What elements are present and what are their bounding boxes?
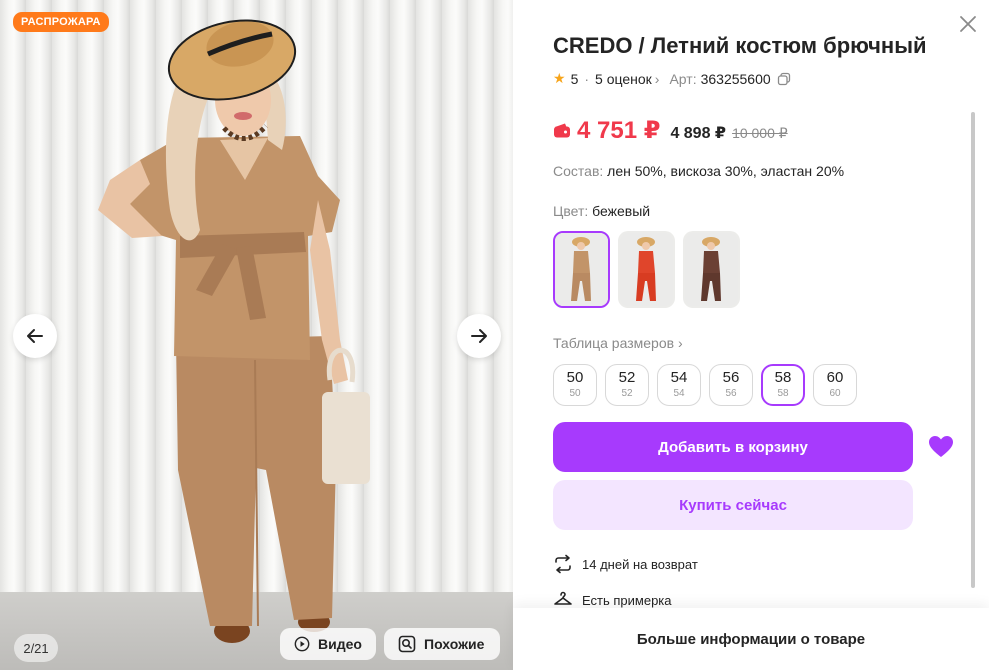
size-value: 50	[566, 369, 584, 386]
buy-now-button[interactable]: Купить сейчас	[553, 480, 913, 530]
play-icon	[294, 636, 310, 652]
product-title: CREDO / Летний костюм брючный	[553, 33, 927, 58]
color-swatches	[553, 231, 740, 308]
buy-now-label: Купить сейчас	[679, 496, 787, 514]
size-value: 60	[826, 369, 844, 386]
next-image-button[interactable]	[457, 314, 501, 358]
article-label: Арт:	[669, 70, 697, 87]
reviews-link[interactable]: 5 оценок	[595, 71, 652, 87]
star-icon: ★	[553, 70, 566, 86]
rating-row: ★ 5 · 5 оценок › Арт: 363255600	[553, 70, 791, 87]
size-ru-value: 60	[829, 388, 841, 399]
heart-icon[interactable]	[928, 434, 954, 460]
composition-label: Состав:	[553, 163, 604, 179]
rating-separator: ·	[584, 70, 590, 87]
copy-icon[interactable]	[777, 72, 791, 86]
sale-badge: РАСПРОЖАРА	[13, 12, 109, 32]
color-line: Цвет: бежевый	[553, 203, 650, 219]
hanger-icon	[554, 591, 572, 605]
video-button-label: Видео	[318, 636, 362, 652]
add-to-cart-label: Добавить в корзину	[658, 438, 808, 456]
wallet-icon	[554, 123, 570, 138]
product-gallery: РАСПРОЖАРА 2/21 Видео Похожие	[0, 0, 513, 670]
size-option-56[interactable]: 56 56	[709, 364, 753, 406]
article-number: 363255600	[700, 70, 771, 87]
perk-fitting-label: Есть примерка	[582, 592, 672, 608]
prev-image-button[interactable]	[13, 314, 57, 358]
swatch-image	[685, 233, 738, 306]
current-price: 4 751 ₽	[577, 117, 661, 144]
size-value: 52	[618, 369, 636, 386]
size-value: 54	[670, 369, 688, 386]
size-ru-value: 52	[621, 388, 633, 399]
size-table-label: Таблица размеров	[553, 335, 675, 351]
scrollbar[interactable]	[971, 112, 975, 588]
size-table-link[interactable]: Таблица размеров ›	[553, 335, 683, 351]
image-counter: 2/21	[14, 634, 58, 662]
size-selector: 50 50 52 52 54 54 56 56 58 58 60 60	[553, 364, 857, 406]
size-value: 56	[722, 369, 740, 386]
color-value: бежевый	[592, 203, 651, 219]
color-swatch-brown[interactable]	[683, 231, 740, 308]
size-option-50[interactable]: 50 50	[553, 364, 597, 406]
size-option-58[interactable]: 58 58	[761, 364, 805, 406]
similar-button[interactable]: Похожие	[384, 628, 500, 660]
color-swatch-beige[interactable]	[553, 231, 610, 308]
perk-return-label: 14 дней на возврат	[582, 556, 698, 572]
similar-button-label: Похожие	[424, 636, 485, 652]
chevron-right-icon: ›	[654, 70, 660, 87]
size-ru-value: 58	[777, 388, 789, 399]
size-value: 58	[774, 369, 792, 386]
perk-return: 14 дней на возврат	[553, 554, 698, 574]
old-price: 10 000 ₽	[732, 125, 788, 141]
composition: Состав: лен 50%, вискоза 30%, эластан 20…	[553, 163, 844, 179]
price-without-discount: 4 898 ₽	[670, 125, 727, 142]
search-icon	[398, 635, 416, 653]
add-to-cart-button[interactable]: Добавить в корзину	[553, 422, 913, 472]
arrow-left-icon	[27, 329, 43, 343]
color-label: Цвет:	[553, 203, 589, 219]
return-arrows-icon	[555, 554, 571, 574]
product-photo[interactable]	[0, 0, 513, 670]
size-option-60[interactable]: 60 60	[813, 364, 857, 406]
price-row: 4 751 ₽ 4 898 ₽ 10 000 ₽	[553, 116, 788, 145]
size-option-54[interactable]: 54 54	[657, 364, 701, 406]
more-info-label: Больше информации о товаре	[636, 630, 866, 648]
color-swatch-red[interactable]	[618, 231, 675, 308]
rating-value: 5	[570, 70, 579, 87]
size-ru-value: 50	[569, 388, 581, 399]
more-info-button[interactable]: Больше информации о товаре	[513, 608, 989, 670]
swatch-image	[555, 233, 608, 306]
chevron-right-icon: ›	[677, 335, 683, 351]
composition-value: лен 50%, вискоза 30%, эластан 20%	[607, 163, 845, 179]
size-ru-value: 54	[673, 388, 685, 399]
swatch-image	[620, 233, 673, 306]
size-option-52[interactable]: 52 52	[605, 364, 649, 406]
size-ru-value: 56	[725, 388, 737, 399]
arrow-right-icon	[471, 329, 487, 343]
close-icon[interactable]	[958, 14, 978, 34]
video-button[interactable]: Видео	[280, 628, 376, 660]
perk-fitting: Есть примерка	[553, 590, 672, 610]
